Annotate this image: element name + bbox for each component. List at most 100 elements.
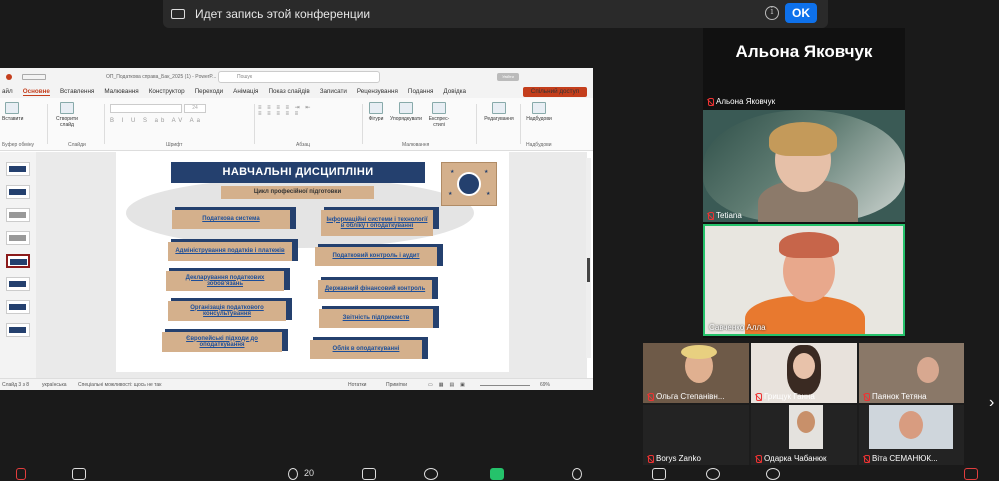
- slide-thumbnail-selected[interactable]: [6, 254, 30, 268]
- shapes-button[interactable]: Фігури: [366, 102, 386, 122]
- search-icon: [492, 102, 506, 114]
- participant-video-tile-speaking[interactable]: Савченко Алла: [703, 224, 905, 336]
- mic-muted-icon: [647, 454, 654, 463]
- addins-button[interactable]: Надбудови: [524, 102, 554, 122]
- ribbon: Вставити Створити слайд 24 B I U S ab AV…: [0, 98, 593, 151]
- leave-icon[interactable]: [964, 468, 978, 480]
- menu-home[interactable]: Основне: [22, 88, 50, 96]
- participant-name: Tetiana: [707, 211, 742, 220]
- menu-help[interactable]: Довідка: [443, 88, 466, 95]
- participant-name: Одарка Чабанюк: [755, 454, 827, 463]
- menu-design[interactable]: Конструктор: [149, 88, 185, 95]
- search-input[interactable]: Пошук: [218, 71, 380, 83]
- quick-styles-icon: [432, 102, 446, 114]
- ok-button[interactable]: OK: [785, 3, 817, 23]
- slide-thumbnail[interactable]: [6, 323, 30, 337]
- slide[interactable]: НАВЧАЛЬНІ ДИСЦИПЛІНИ Цикл професійної пі…: [116, 152, 509, 372]
- participant-count: 20: [304, 468, 315, 478]
- participant-name: Borys Zanko: [647, 454, 701, 463]
- notes-icon[interactable]: [706, 468, 720, 480]
- editing-button[interactable]: Редагування: [482, 102, 516, 122]
- video-camera-icon[interactable]: [72, 468, 86, 480]
- discipline-box-left: Європейські підходи до оподаткування: [162, 329, 288, 352]
- speaker-gallery: Альона Яковчук Альона Яковчук Tetiana Са…: [703, 28, 905, 338]
- share-button[interactable]: Спільний доступ: [523, 87, 587, 97]
- menu-transitions[interactable]: Переходи: [195, 88, 224, 95]
- menu-view[interactable]: Подання: [408, 88, 433, 95]
- slide-thumbnail[interactable]: [6, 208, 30, 222]
- discipline-box-left: Податкова система: [172, 207, 296, 229]
- slide-thumbnail[interactable]: [6, 300, 30, 314]
- new-slide-button[interactable]: Створити слайд: [52, 102, 82, 128]
- chat-icon[interactable]: [362, 468, 376, 480]
- mic-muted-icon: [707, 211, 714, 220]
- discipline-box-right: Інформаційні системи і технології в облі…: [321, 207, 439, 236]
- autosave-toggle[interactable]: [22, 73, 46, 80]
- participant-name: Савченко Алла: [709, 323, 766, 332]
- record-icon[interactable]: [572, 468, 582, 480]
- participant-video-tile[interactable]: Tetiana: [703, 110, 905, 222]
- arrange-button[interactable]: Упорядкувати: [390, 102, 422, 122]
- info-icon[interactable]: i: [765, 6, 779, 20]
- group-font: Шрифт: [166, 142, 183, 148]
- mic-muted-icon[interactable]: [16, 468, 26, 480]
- menu-file[interactable]: айл: [2, 88, 13, 95]
- slide-thumbnail[interactable]: [6, 185, 30, 199]
- slide-thumbnails: [0, 152, 36, 378]
- group-addins: Надбудови: [526, 142, 552, 148]
- font-format-buttons[interactable]: B I U S ab AV Aa: [110, 118, 250, 127]
- slide-subtitle: Цикл професійної підготовки: [221, 186, 374, 199]
- notes-button[interactable]: Нотатки: [348, 382, 366, 388]
- reactions-icon[interactable]: [424, 468, 438, 480]
- recording-banner: Идет запись этой конференции i OK: [163, 0, 828, 28]
- slide-thumbnail[interactable]: [6, 231, 30, 245]
- ppt-menubar: айл Основне Вставлення Малювання Констру…: [0, 85, 593, 98]
- menu-slideshow[interactable]: Показ слайдів: [268, 88, 309, 95]
- quick-styles-button[interactable]: Експрес-стилі: [426, 102, 452, 128]
- apps-icon[interactable]: [652, 468, 666, 480]
- paste-button[interactable]: Вставити: [2, 102, 23, 122]
- paragraph-buttons[interactable]: ≡ ≡ ≡ ≡ ⇥ ⇤ ≡ ≡ ≡ ≡ ≡: [258, 104, 358, 134]
- signin-button[interactable]: Увійти: [497, 73, 519, 81]
- view-buttons[interactable]: ▭▦▤▣: [428, 382, 471, 388]
- participant-video-tile[interactable]: Грищук Ганна: [751, 343, 857, 403]
- participant-video-tile[interactable]: Віта СЕМАНЮК...: [859, 405, 964, 465]
- participant-tile[interactable]: Альона Яковчук: [703, 94, 905, 108]
- menu-animations[interactable]: Анімація: [233, 88, 258, 95]
- participant-tile[interactable]: Borys Zanko: [643, 405, 749, 465]
- slide-title: НАВЧАЛЬНІ ДИСЦИПЛІНИ: [171, 162, 425, 183]
- zoom-level[interactable]: 69%: [540, 382, 550, 388]
- mic-muted-icon: [863, 392, 870, 401]
- menu-draw[interactable]: Малювання: [104, 88, 138, 95]
- slide-thumbnail[interactable]: [6, 277, 30, 291]
- font-name-select[interactable]: [110, 104, 182, 113]
- slide-thumbnail[interactable]: [6, 162, 30, 176]
- group-slides: Слайди: [68, 142, 86, 148]
- group-clipboard: Буфер обміну: [2, 142, 35, 148]
- arrange-icon: [399, 102, 413, 114]
- menu-insert[interactable]: Вставлення: [60, 88, 94, 95]
- participant-video-tile[interactable]: Ольга Степанівн...: [643, 343, 749, 403]
- font-size-select[interactable]: 24: [184, 104, 206, 113]
- discipline-box-left: Адміністрування податків і платежів: [168, 239, 298, 261]
- share-screen-icon[interactable]: [490, 468, 504, 480]
- discipline-box-right: Звітність підприємств: [319, 306, 439, 328]
- participant-video-tile[interactable]: Одарка Чабанюк: [751, 405, 857, 465]
- menu-review[interactable]: Рецензування: [357, 88, 398, 95]
- participant-gallery: Ольга Степанівн... Грищук Ганна Паянок Т…: [643, 343, 964, 465]
- discipline-box-right: Облік в оподаткуванні: [310, 337, 428, 359]
- more-icon[interactable]: [766, 468, 780, 480]
- menu-record[interactable]: Записати: [320, 88, 347, 95]
- clipboard-icon: [5, 102, 19, 114]
- shared-screen-powerpoint: ОП_Податкова справа_Бак_2025 (1) - Power…: [0, 68, 593, 390]
- recording-text: Идет запись этой конференции: [195, 7, 371, 21]
- zoom-slider[interactable]: [480, 385, 530, 386]
- language-indicator[interactable]: українська: [42, 382, 67, 388]
- comments-button[interactable]: Примітки: [386, 382, 407, 388]
- next-page-chevron-icon[interactable]: ›: [989, 394, 994, 412]
- accessibility-indicator[interactable]: Спеціальні можливості: щось не так: [78, 382, 161, 388]
- participant-video-tile[interactable]: Паянок Тетяна: [859, 343, 964, 403]
- document-title: ОП_Податкова справа_Бак_2025 (1) - Power…: [106, 73, 217, 80]
- vertical-scrollbar[interactable]: [586, 158, 591, 358]
- participants-icon[interactable]: [288, 468, 298, 480]
